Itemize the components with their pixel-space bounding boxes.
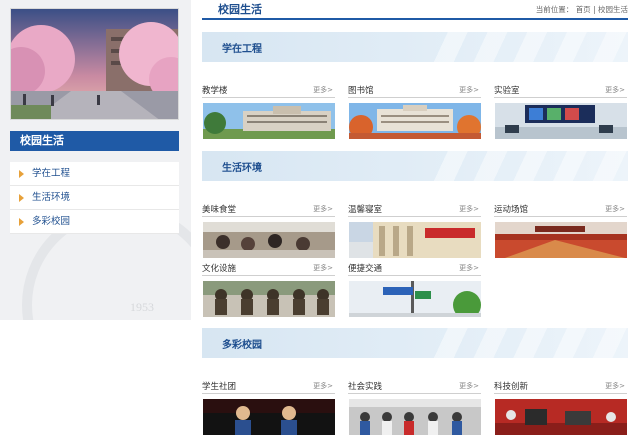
card-title: 文化设施 bbox=[202, 264, 237, 274]
watermark-year: 1953 bbox=[130, 300, 154, 314]
sidebar-item-environment[interactable]: 生活环境 bbox=[10, 186, 179, 210]
card-title: 运动场馆 bbox=[494, 205, 529, 215]
card-library[interactable]: 图书馆 更多> bbox=[348, 84, 481, 139]
card-thumbnail[interactable] bbox=[495, 222, 627, 258]
card-thumbnail[interactable] bbox=[349, 222, 481, 258]
campus-hero-image bbox=[10, 8, 179, 120]
card-social-practice[interactable]: 社会实践 更多> bbox=[348, 380, 481, 435]
more-link[interactable]: 更多> bbox=[459, 263, 479, 273]
sidebar-item-colorful-campus[interactable]: 多彩校园 bbox=[10, 210, 179, 234]
card-student-clubs[interactable]: 学生社团 更多> bbox=[202, 380, 335, 435]
breadcrumb: 当前位置： 首页 | 校园生活 bbox=[536, 4, 628, 15]
more-link[interactable]: 更多> bbox=[313, 85, 333, 95]
card-title: 教学楼 bbox=[202, 86, 228, 96]
card-thumbnail[interactable] bbox=[349, 103, 481, 139]
section-banner-study: 学在工程 bbox=[202, 32, 628, 62]
card-thumbnail[interactable] bbox=[495, 103, 627, 139]
page-title: 校园生活 bbox=[218, 3, 262, 16]
card-title: 学生社团 bbox=[202, 382, 237, 392]
card-title: 社会实践 bbox=[348, 382, 383, 392]
more-link[interactable]: 更多> bbox=[313, 263, 333, 273]
breadcrumb-current-link[interactable]: 校园生活 bbox=[598, 5, 628, 14]
card-title: 温馨寝室 bbox=[348, 205, 383, 215]
triangle-right-icon bbox=[19, 194, 24, 202]
breadcrumb-prefix: 当前位置： bbox=[535, 5, 574, 14]
more-link[interactable]: 更多> bbox=[459, 381, 479, 391]
more-link[interactable]: 更多> bbox=[605, 85, 625, 95]
card-title: 科技创新 bbox=[494, 382, 529, 392]
card-laboratory[interactable]: 实验室 更多> bbox=[494, 84, 627, 139]
sidebar-item-label: 学在工程 bbox=[32, 168, 71, 179]
more-link[interactable]: 更多> bbox=[313, 204, 333, 214]
section-title: 多彩校园 bbox=[222, 340, 262, 351]
card-thumbnail[interactable] bbox=[495, 399, 627, 435]
card-thumbnail[interactable] bbox=[203, 281, 335, 317]
sidebar-item-label: 多彩校园 bbox=[32, 216, 71, 227]
more-link[interactable]: 更多> bbox=[459, 204, 479, 214]
sidebar-item-label: 生活环境 bbox=[32, 192, 71, 203]
breadcrumb-separator: | bbox=[593, 5, 596, 14]
page-header: 校园生活 当前位置： 首页 | 校园生活 bbox=[202, 0, 628, 20]
card-title: 图书馆 bbox=[348, 86, 374, 96]
card-title: 实验室 bbox=[494, 86, 520, 96]
section-title: 学在工程 bbox=[222, 44, 262, 55]
section-banner-environment: 生活环境 bbox=[202, 151, 628, 181]
more-link[interactable]: 更多> bbox=[313, 381, 333, 391]
card-sports-venue[interactable]: 运动场馆 更多> bbox=[494, 203, 627, 258]
sidebar-item-study[interactable]: 学在工程 bbox=[10, 162, 179, 186]
section-banner-colorful-campus: 多彩校园 bbox=[202, 328, 628, 358]
more-link[interactable]: 更多> bbox=[605, 204, 625, 214]
card-dormitory[interactable]: 温馨寝室 更多> bbox=[348, 203, 481, 258]
card-cultural-facilities[interactable]: 文化设施 更多> bbox=[202, 262, 335, 317]
card-title: 美味食堂 bbox=[202, 205, 237, 215]
card-transportation[interactable]: 便捷交通 更多> bbox=[348, 262, 481, 317]
card-canteen[interactable]: 美味食堂 更多> bbox=[202, 203, 335, 258]
card-teaching-building[interactable]: 教学楼 更多> bbox=[202, 84, 335, 139]
more-link[interactable]: 更多> bbox=[605, 381, 625, 391]
card-thumbnail[interactable] bbox=[349, 399, 481, 435]
section-title: 生活环境 bbox=[222, 163, 262, 174]
triangle-right-icon bbox=[19, 218, 24, 226]
sidebar-title: 校园生活 bbox=[10, 131, 179, 151]
breadcrumb-home-link[interactable]: 首页 bbox=[576, 5, 591, 14]
sidebar-menu: 学在工程 生活环境 多彩校园 bbox=[10, 162, 179, 234]
card-thumbnail[interactable] bbox=[203, 399, 335, 435]
card-thumbnail[interactable] bbox=[203, 222, 335, 258]
triangle-right-icon bbox=[19, 170, 24, 178]
card-title: 便捷交通 bbox=[348, 264, 383, 274]
more-link[interactable]: 更多> bbox=[459, 85, 479, 95]
card-tech-innovation[interactable]: 科技创新 更多> bbox=[494, 380, 627, 435]
card-thumbnail[interactable] bbox=[203, 103, 335, 139]
card-thumbnail[interactable] bbox=[349, 281, 481, 317]
